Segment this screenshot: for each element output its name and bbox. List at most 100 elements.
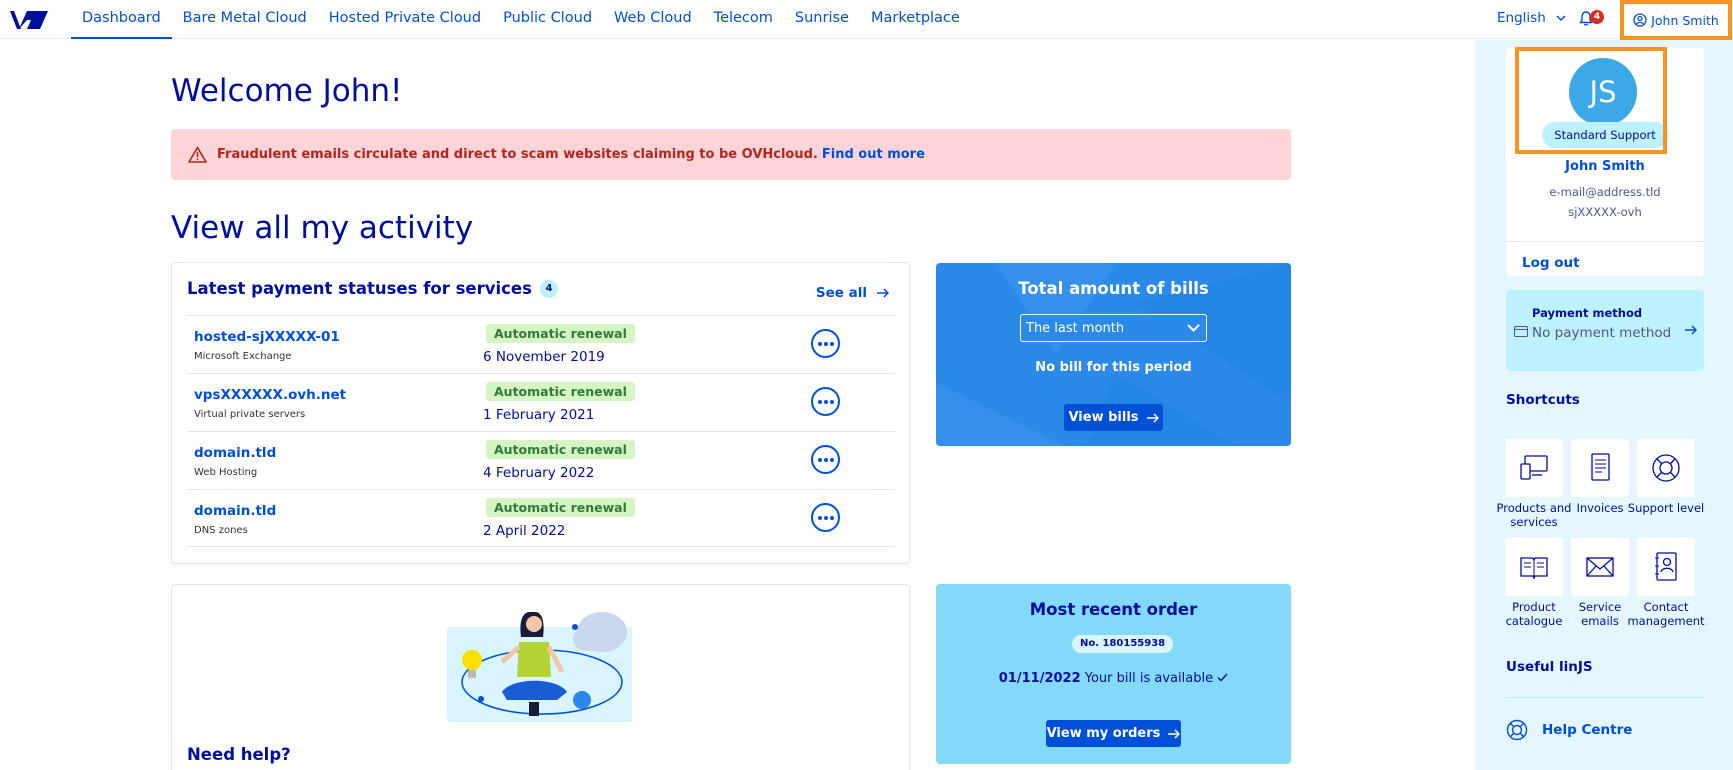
payment-row: domain.tld Web Hosting Automatic renewal… [187, 431, 895, 489]
more-actions-button[interactable] [811, 329, 840, 358]
service-type: Microsoft Exchange [194, 351, 292, 362]
order-status-text: Your bill is available [1084, 671, 1214, 686]
activity-heading: View all my activity [171, 210, 474, 246]
shortcuts-title: Shortcuts [1506, 392, 1580, 408]
renewal-status-badge: Automatic renewal [486, 440, 635, 459]
order-date: 01/11/2022 [998, 671, 1081, 686]
nav-bare-metal-cloud[interactable]: Bare Metal Cloud [172, 0, 318, 39]
arrow-right-icon [1146, 412, 1159, 423]
bills-title: Total amount of bills [1018, 279, 1209, 298]
more-actions-button[interactable] [811, 387, 840, 416]
arrow-right-icon [1685, 325, 1698, 335]
alert-find-out-more-link[interactable]: Find out more [822, 147, 925, 162]
recent-order-title: Most recent order [1029, 600, 1198, 619]
ellipsis-icon [817, 341, 822, 346]
payment-row: hosted-sjXXXXX-01 Microsoft Exchange Aut… [187, 315, 895, 373]
payment-statuses-title-text: Latest payment statuses for services [187, 279, 532, 298]
chevron-down-icon [1556, 14, 1566, 21]
ovhcloud-logo[interactable] [8, 8, 50, 32]
language-selector[interactable]: English [1497, 10, 1566, 26]
renewal-date: 1 February 2021 [483, 407, 595, 423]
envelope-icon [1586, 557, 1614, 577]
bills-empty-message: No bill for this period [1035, 360, 1192, 375]
see-all-link[interactable]: See all [816, 285, 889, 301]
help-centre-label: Help Centre [1542, 722, 1633, 738]
view-my-orders-button[interactable]: View my orders [1046, 720, 1181, 747]
recent-order-card: Most recent order No. 180155938 01/11/20… [936, 584, 1291, 764]
arrow-right-icon [1168, 728, 1181, 739]
ellipsis-icon [817, 399, 822, 404]
help-centre-link[interactable]: Help Centre [1506, 719, 1632, 741]
nav-telecom[interactable]: Telecom [703, 0, 784, 39]
profile-email: e-mail@address.tld [1549, 185, 1661, 199]
bills-period-select[interactable]: The last month [1020, 314, 1207, 342]
fraud-alert-banner: Fraudulent emails circulate and direct t… [171, 129, 1291, 180]
nav-public-cloud[interactable]: Public Cloud [492, 0, 603, 39]
renewal-status-badge: Automatic renewal [486, 498, 635, 517]
shortcut-service-emails[interactable]: Service emails [1571, 537, 1629, 629]
user-menu-button[interactable]: John Smith [1620, 0, 1732, 40]
service-name-link[interactable]: vpsXXXXXX.ovh.net [194, 387, 346, 403]
chevron-down-icon [1187, 324, 1200, 332]
annotation-highlight-box [1515, 47, 1667, 154]
nav-marketplace[interactable]: Marketplace [860, 0, 971, 39]
shortcuts-grid: Products and services Invoices Support l… [1497, 439, 1705, 629]
invoices-icon [1591, 453, 1610, 481]
shortcut-label: Contact management [1627, 599, 1705, 629]
service-type: Web Hosting [194, 467, 258, 478]
service-name-link[interactable]: hosted-sjXXXXX-01 [194, 329, 340, 345]
user-circle-icon [1633, 13, 1647, 27]
payment-count-badge: 4 [539, 279, 558, 298]
ellipsis-icon [817, 457, 822, 462]
view-bills-label: View bills [1068, 410, 1139, 425]
service-type: DNS zones [194, 525, 248, 536]
payment-row: vpsXXXXXX.ovh.net Virtual private server… [187, 373, 895, 431]
bills-card: Total amount of bills The last month No … [936, 263, 1291, 446]
catalogue-icon [1520, 557, 1548, 580]
warning-icon [188, 146, 207, 163]
main-nav: Dashboard Bare Metal Cloud Hosted Privat… [71, 0, 971, 39]
check-icon [1217, 673, 1228, 682]
payment-row: domain.tld DNS zones Automatic renewal 2… [187, 489, 895, 547]
useful-links-title: Useful linJS [1506, 659, 1593, 675]
view-orders-label: View my orders [1046, 726, 1161, 741]
nav-web-cloud[interactable]: Web Cloud [603, 0, 703, 39]
contact-icon [1655, 552, 1677, 581]
arrow-right-icon [877, 288, 889, 298]
order-status-line: 01/11/2022 Your bill is available [936, 671, 1291, 686]
payment-statuses-card: Latest payment statuses for services 4 S… [171, 262, 910, 564]
shortcut-product-catalogue[interactable]: Product catalogue [1505, 537, 1563, 629]
need-help-title: Need help? [187, 745, 291, 764]
lifebuoy-icon [1506, 719, 1528, 741]
lifebuoy-icon [1652, 454, 1680, 482]
bills-period-value: The last month [1026, 320, 1125, 336]
more-actions-button[interactable] [811, 503, 840, 532]
service-name-link[interactable]: domain.tld [194, 445, 276, 461]
shortcut-invoices[interactable]: Invoices [1571, 439, 1629, 530]
shortcut-contact-management[interactable]: Contact management [1627, 537, 1705, 629]
ellipsis-icon [817, 515, 822, 520]
profile-name: John Smith [1565, 159, 1645, 174]
payment-method-card[interactable]: Payment method No payment method [1506, 290, 1704, 371]
renewal-date: 2 April 2022 [483, 523, 566, 539]
logout-link[interactable]: Log out [1522, 255, 1580, 271]
alert-text: Fraudulent emails circulate and direct t… [217, 147, 818, 162]
payment-method-value: No payment method [1532, 325, 1672, 341]
products-icon [1520, 455, 1548, 480]
welcome-heading: Welcome John! [171, 73, 403, 109]
view-bills-button[interactable]: View bills [1064, 404, 1163, 431]
shortcut-products-services[interactable]: Products and services [1497, 439, 1571, 530]
shortcut-support-level[interactable]: Support level [1628, 439, 1704, 530]
service-name-link[interactable]: domain.tld [194, 503, 276, 519]
user-menu-label: John Smith [1651, 12, 1719, 28]
service-type: Virtual private servers [194, 409, 306, 420]
nav-dashboard[interactable]: Dashboard [71, 0, 172, 39]
language-label: English [1497, 10, 1546, 26]
useful-links-divider [1506, 697, 1704, 698]
profile-nic-handle: sjXXXXX-ovh [1568, 205, 1642, 219]
need-help-card: Need help? [171, 584, 910, 770]
profile-divider [1506, 241, 1704, 242]
nav-hosted-private-cloud[interactable]: Hosted Private Cloud [318, 0, 492, 39]
more-actions-button[interactable] [811, 445, 840, 474]
nav-sunrise[interactable]: Sunrise [784, 0, 860, 39]
